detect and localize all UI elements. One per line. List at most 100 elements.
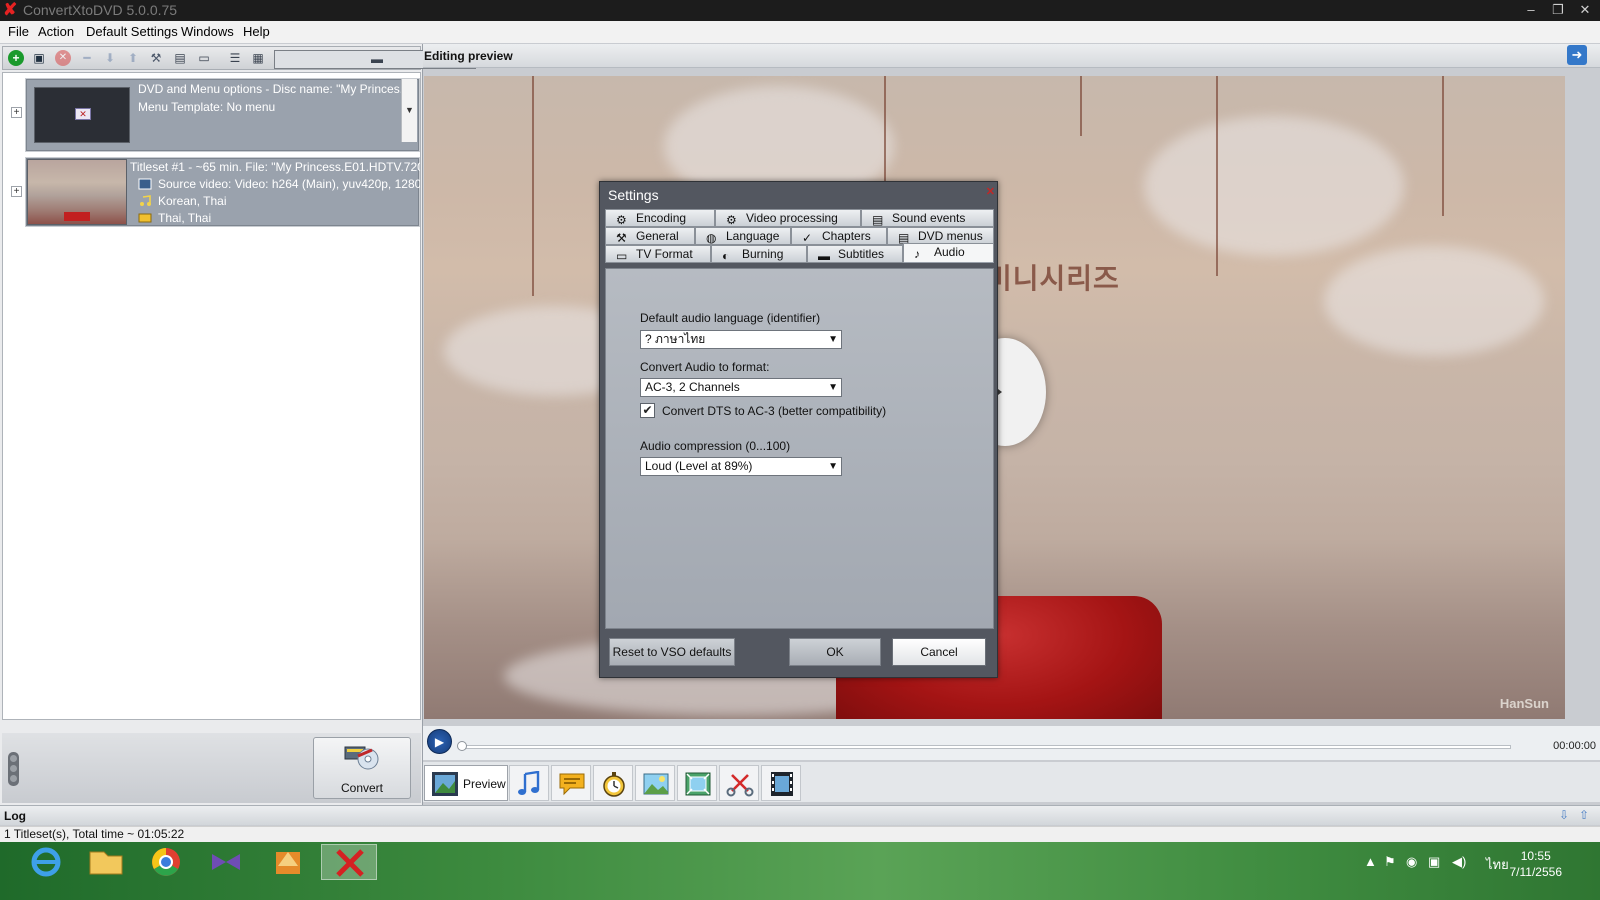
menu-action[interactable]: Action — [38, 24, 74, 39]
list-icon[interactable]: ▤ — [172, 50, 188, 66]
tab-subtitles[interactable]: ▬ Subtitles — [807, 245, 903, 263]
default-audio-language-select[interactable]: ? ภาษาไทย ▼ — [640, 330, 842, 349]
scene-cloud — [1144, 116, 1404, 256]
chapters-edit-button[interactable] — [593, 765, 633, 801]
tab-chapters-label: Chapters — [822, 229, 871, 243]
menu-template-line: Menu Template: No menu — [138, 100, 276, 114]
tab-chapters[interactable]: ✓ Chapters — [791, 227, 887, 245]
merge-icon[interactable]: ━ — [79, 50, 95, 66]
restore-button[interactable]: ❐ — [1549, 1, 1567, 19]
view-list-icon[interactable]: ☰ — [227, 50, 243, 66]
tab-video-processing[interactable]: ⚙ Video processing — [715, 209, 861, 227]
thumbnail-detail — [64, 212, 90, 221]
chevron-down-icon[interactable]: ▼ — [401, 79, 417, 143]
tab-language[interactable]: ◍ Language — [695, 227, 791, 245]
show-hidden-icons[interactable]: ▲ — [1364, 854, 1377, 869]
view-detail-icon[interactable]: ▦ — [250, 50, 266, 66]
scroll-up-icon[interactable]: ⇧ — [1576, 808, 1592, 824]
tab-general-label: General — [636, 229, 679, 243]
scroll-down-icon[interactable]: ⇩ — [1556, 808, 1572, 824]
traffic-light-icon — [8, 752, 19, 786]
preview-tab-button[interactable]: Preview — [424, 765, 508, 801]
resize-edit-button[interactable] — [677, 765, 717, 801]
subtitle-edit-button[interactable] — [551, 765, 591, 801]
edit-toolbar: Preview — [423, 762, 1600, 802]
tab-encoding[interactable]: ⚙ Encoding — [605, 209, 715, 227]
music-note-icon — [518, 771, 540, 795]
log-bar: Log ⇩ ⇧ — [0, 805, 1600, 825]
clock[interactable]: 10:55 7/11/2556 — [1510, 848, 1563, 880]
dts-checkbox-label[interactable]: Convert DTS to AC-3 (better compatibilit… — [662, 404, 886, 418]
save-icon[interactable]: ▣ — [31, 50, 47, 66]
film-strip-icon — [771, 772, 793, 796]
cancel-button[interactable]: Cancel — [892, 638, 986, 666]
dialog-footer: Reset to VSO defaults OK Cancel — [605, 633, 994, 673]
dts-checkbox[interactable]: ✔ — [640, 403, 655, 418]
file-explorer-icon[interactable] — [78, 844, 134, 880]
network-status-icon[interactable]: ▣ — [1428, 854, 1440, 870]
convert-button[interactable]: Convert — [313, 737, 411, 799]
menu-file[interactable]: File — [8, 24, 29, 39]
source-video-text: Source video: Video: h264 (Main), yuv420… — [158, 177, 420, 191]
menu-default-settings[interactable]: Default Settings — [86, 24, 178, 39]
language-indicator[interactable]: ไทย — [1486, 854, 1509, 875]
tab-tv-format[interactable]: ▭ TV Format — [605, 245, 711, 263]
film-edit-button[interactable] — [761, 765, 801, 801]
tab-subtitles-label: Subtitles — [838, 247, 885, 261]
cut-edit-button[interactable] — [719, 765, 759, 801]
expand-icon[interactable]: + — [11, 107, 22, 118]
tab-sound-events-label: Sound events — [892, 211, 966, 225]
check-circle-icon: ✓ — [802, 231, 813, 245]
network-icon[interactable]: ◉ — [1406, 854, 1417, 870]
wrench-icon[interactable]: ⚒ — [148, 50, 164, 66]
settings-dialog: Settings ✕ ⚙ Encoding ⚙ Video processing ▤… — [599, 181, 998, 678]
tab-sound-events[interactable]: ▤ Sound events — [861, 209, 994, 227]
ok-button[interactable]: OK — [789, 638, 881, 666]
audio-edit-button[interactable] — [509, 765, 549, 801]
convertxtodvd-taskbar-icon[interactable] — [321, 844, 377, 880]
reset-defaults-button[interactable]: Reset to VSO defaults — [609, 638, 735, 666]
seek-track[interactable] — [461, 745, 1511, 749]
expand-icon[interactable]: + — [11, 186, 22, 197]
tab-audio[interactable]: ♪ Audio — [903, 243, 994, 263]
titleset-item[interactable]: Titleset #1 - ~65 min. File: "My Princes… — [25, 157, 420, 227]
titleset-title: Titleset #1 - ~65 min. File: "My Princes… — [130, 160, 420, 174]
move-down-icon[interactable]: ⬇ — [102, 50, 118, 66]
close-button[interactable]: ✕ — [1576, 1, 1594, 19]
seek-handle[interactable] — [457, 741, 467, 751]
tab-general[interactable]: ⚒ General — [605, 227, 695, 245]
title-bar: ✘ ConvertXtoDVD 5.0.0.75 – ❐ ✕ — [0, 0, 1600, 21]
arrow-right-icon[interactable]: ➜ — [1567, 45, 1587, 65]
scene-string — [1216, 76, 1218, 276]
clock-date: 7/11/2556 — [1509, 865, 1563, 879]
status-bar: 1 Titleset(s), Total time ~ 01:05:22 — [0, 826, 1600, 842]
monitor-icon[interactable]: ▭ — [196, 50, 212, 66]
menu-help[interactable]: Help — [243, 24, 270, 39]
background-edit-button[interactable] — [635, 765, 675, 801]
project-toolbar: + ▣ ✕ ━ ⬇ ⬆ ⚒ ▤ ▭ ☰ ▦ ▬ — [2, 46, 476, 70]
volume-icon[interactable]: ◀) — [1452, 854, 1466, 870]
tab-encoding-label: Encoding — [636, 211, 687, 225]
subtitle-icon: ▬ — [818, 249, 830, 263]
visual-studio-icon[interactable] — [198, 844, 254, 880]
menu-windows[interactable]: Windows — [181, 24, 234, 39]
scissors-icon — [726, 774, 754, 797]
dvd-menu-item[interactable]: ✕ DVD and Menu options - Disc name: "My … — [25, 78, 420, 152]
tab-burning[interactable]: ◐ Burning — [711, 245, 807, 263]
delete-icon[interactable]: ✕ — [55, 50, 71, 66]
audio-compression-label: Audio compression (0...100) — [640, 439, 791, 453]
add-icon[interactable]: + — [8, 50, 24, 66]
wrench-icon: ⚒ — [616, 231, 627, 245]
move-up-icon[interactable]: ⬆ — [125, 50, 141, 66]
close-icon[interactable]: ✕ — [986, 185, 995, 198]
ie-icon[interactable] — [18, 844, 74, 880]
chrome-icon[interactable] — [138, 844, 194, 880]
flag-icon[interactable]: ⚑ — [1384, 854, 1396, 870]
dvd-options-line: DVD and Menu options - Disc name: "My Pr… — [138, 82, 410, 96]
audio-compression-select[interactable]: Loud (Level at 89%) ▼ — [640, 457, 842, 476]
minimize-button[interactable]: – — [1522, 1, 1540, 19]
play-button[interactable]: ▶ — [427, 729, 452, 754]
app-icon[interactable] — [260, 844, 316, 880]
time-display: 00:00:00 — [1553, 740, 1596, 752]
convert-audio-select[interactable]: AC-3, 2 Channels ▼ — [640, 378, 842, 397]
